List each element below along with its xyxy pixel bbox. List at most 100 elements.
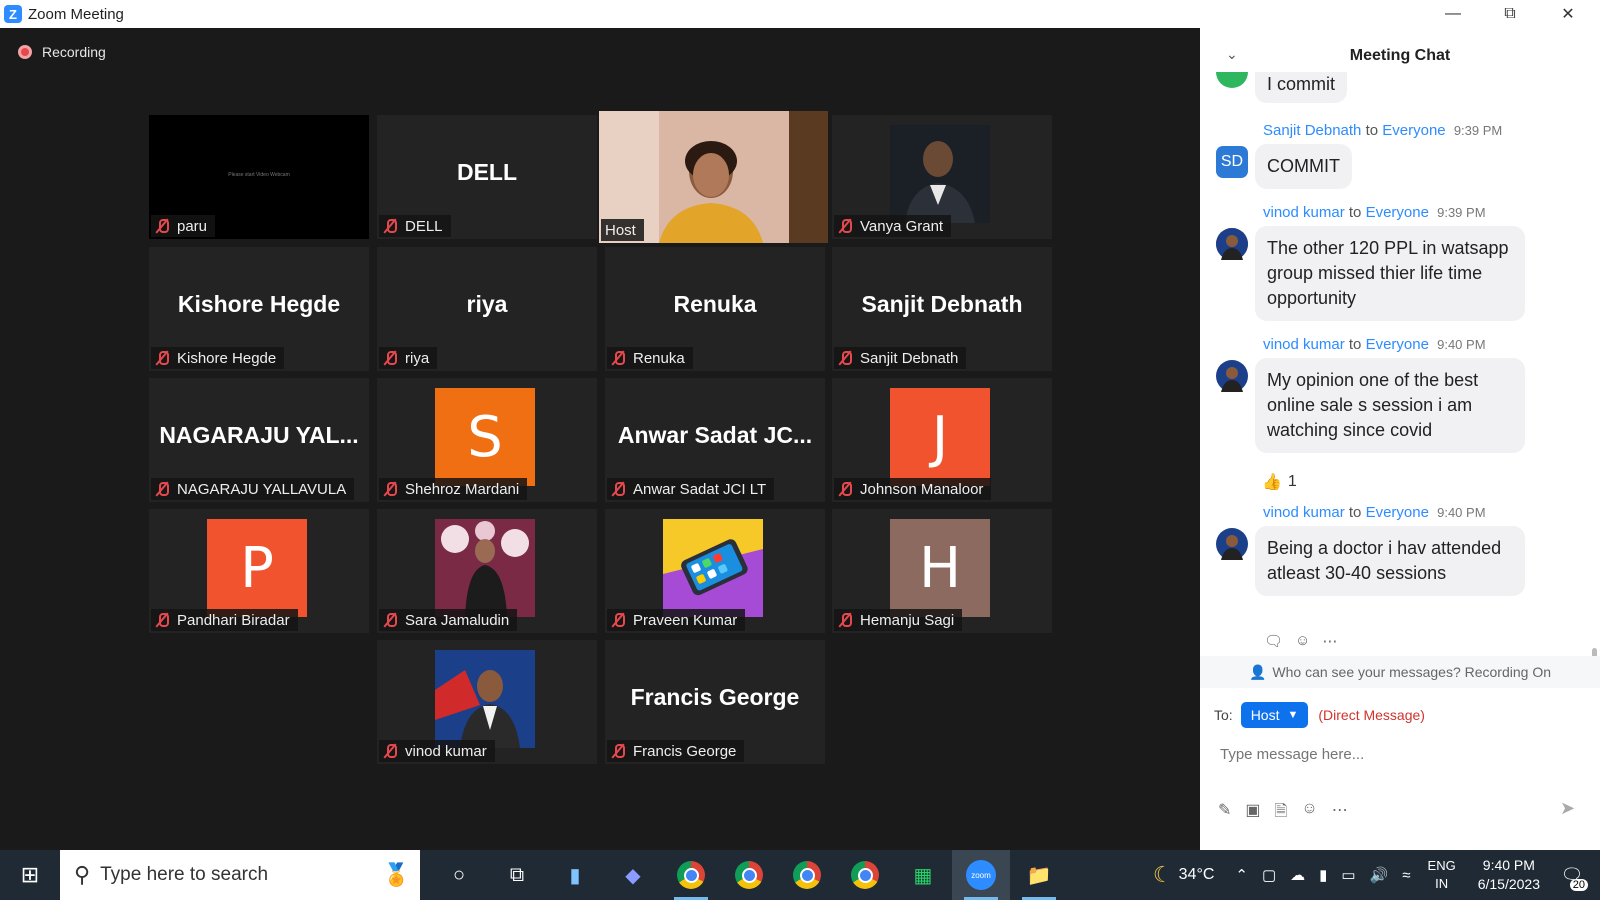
video-tile-anwar-sadat[interactable]: Anwar Sadat JC... Anwar Sadat JCI LT: [605, 378, 825, 502]
participant-name: riya: [405, 349, 430, 367]
recording-indicator[interactable]: Recording: [18, 44, 106, 60]
reply-icon[interactable]: 🗨: [1264, 632, 1283, 650]
close-button[interactable]: ✕: [1540, 0, 1596, 28]
message-time: 9:40 PM: [1437, 337, 1486, 352]
title-bar: Z Zoom Meeting — ⧉ ✕: [0, 0, 1600, 28]
participant-big-name: Anwar Sadat JC...: [617, 422, 813, 448]
message-time: 9:40 PM: [1437, 505, 1486, 520]
participant-big-name: Kishore Hegde: [177, 291, 341, 317]
reaction-chip[interactable]: 👍 1: [1262, 472, 1297, 492]
onedrive-icon[interactable]: ☁: [1290, 866, 1305, 884]
video-tile-sanjit-debnath[interactable]: Sanjit Debnath Sanjit Debnath: [832, 247, 1052, 371]
name-tag: Johnson Manaloor: [834, 478, 992, 500]
message-time: 9:39 PM: [1453, 123, 1503, 138]
file-explorer-icon[interactable]: 📁: [1010, 850, 1068, 900]
mic-muted-icon: [838, 351, 852, 365]
wifi-icon[interactable]: ≈: [1402, 867, 1410, 884]
participant-name: Vanya Grant: [860, 217, 944, 235]
restore-button[interactable]: ⧉: [1482, 0, 1538, 28]
name-tag: riya: [379, 347, 438, 369]
mic-muted-icon: [383, 351, 397, 365]
emoji-react-icon[interactable]: ☺: [1295, 632, 1310, 650]
chevron-down-icon[interactable]: ⌄: [1226, 46, 1238, 63]
video-tile-nagaraju-yallavula[interactable]: NAGARAJU YAL... NAGARAJU YALLAVULA: [149, 378, 369, 502]
privacy-notice[interactable]: 👤 Who can see your messages? Recording O…: [1200, 656, 1600, 688]
taskbar-search[interactable]: ⚲ Type here to search 🏅: [60, 850, 420, 900]
file-icon[interactable]: 🗎: [1275, 800, 1288, 827]
chrome-icon[interactable]: [836, 850, 894, 900]
windows-taskbar: ⊞ ⚲ Type here to search 🏅 ○ ⧉ ▮ ◆ ▦ zoom…: [0, 850, 1600, 900]
recipient-name[interactable]: Everyone: [1366, 204, 1429, 221]
clock[interactable]: 9:40 PM 6/15/2023: [1478, 856, 1540, 894]
chat-bubble: My opinion one of the best online sale s…: [1255, 358, 1525, 453]
meet-now-icon[interactable]: ▢: [1262, 866, 1276, 884]
sender-name[interactable]: vinod kumar: [1263, 336, 1345, 353]
name-tag: NAGARAJU YALLAVULA: [151, 478, 355, 500]
more-icon[interactable]: ⋯: [1322, 632, 1337, 650]
video-tile-sara-jamaludin[interactable]: Sara Jamaludin: [377, 509, 597, 633]
format-text-icon[interactable]: ✎: [1218, 800, 1231, 827]
windows-start-icon[interactable]: ⊞: [0, 850, 60, 900]
chrome-icon[interactable]: [720, 850, 778, 900]
notification-icon[interactable]: 🗨 20: [1552, 855, 1592, 895]
recipient-name[interactable]: Everyone: [1366, 504, 1429, 521]
participant-name: Johnson Manaloor: [860, 480, 984, 498]
more-icon[interactable]: ⋯: [1332, 800, 1348, 827]
recipient-dropdown[interactable]: Host ▼: [1240, 702, 1309, 728]
volume-icon[interactable]: 🔊: [1370, 866, 1389, 884]
participant-name: Praveen Kumar: [633, 611, 738, 629]
recipient-name[interactable]: Everyone: [1366, 336, 1429, 353]
participant-name: Francis George: [633, 742, 737, 760]
video-tile-johnson-manaloor[interactable]: J Johnson Manaloor: [832, 378, 1052, 502]
chrome-icon[interactable]: [662, 850, 720, 900]
sender-name[interactable]: vinod kumar: [1263, 504, 1345, 521]
battery-icon[interactable]: ▭: [1341, 866, 1355, 884]
app-icon[interactable]: ◆: [604, 850, 662, 900]
avatar: [1216, 228, 1248, 260]
initial-avatar: J: [890, 388, 990, 486]
video-tile-pandhari-biradar[interactable]: P Pandhari Biradar: [149, 509, 369, 633]
avatar: [1216, 72, 1248, 88]
minimize-button[interactable]: —: [1425, 0, 1481, 28]
name-tag: Praveen Kumar: [607, 609, 746, 631]
emoji-icon[interactable]: ☺: [1301, 800, 1317, 827]
video-tile-kishore-hegde[interactable]: Kishore Hegde Kishore Hegde: [149, 247, 369, 371]
privacy-text: Who can see your messages? Recording On: [1272, 664, 1552, 680]
chevron-up-icon[interactable]: ⌃: [1235, 866, 1248, 884]
device-icon[interactable]: ▮: [1319, 866, 1327, 884]
participant-name: Host: [605, 221, 636, 239]
cortana-icon[interactable]: ○: [430, 850, 488, 900]
sender-name[interactable]: vinod kumar: [1263, 204, 1345, 221]
video-tile-shehroz-mardani[interactable]: S Shehroz Mardani: [377, 378, 597, 502]
recording-label: Recording: [42, 44, 106, 60]
video-tile-vinod-kumar[interactable]: vinod kumar: [377, 640, 597, 764]
video-tile-renuka[interactable]: Renuka Renuka: [605, 247, 825, 371]
task-view-icon[interactable]: ⧉: [488, 850, 546, 900]
recipient-name[interactable]: Everyone: [1382, 122, 1445, 139]
recording-dot-icon: [18, 45, 32, 59]
notes-app-icon[interactable]: ▮: [546, 850, 604, 900]
message-input[interactable]: [1220, 740, 1580, 768]
video-tile-francis-george[interactable]: Francis George Francis George: [605, 640, 825, 764]
language-indicator[interactable]: ENG IN: [1428, 857, 1456, 893]
chrome-icon[interactable]: [778, 850, 836, 900]
video-tile-vanya-grant[interactable]: Vanya Grant: [832, 115, 1052, 239]
to-word: to: [1348, 204, 1362, 221]
video-tile-host[interactable]: Host: [599, 111, 828, 243]
mic-muted-icon: [611, 351, 625, 365]
video-tile-dell[interactable]: DELL DELL: [377, 115, 597, 239]
send-icon[interactable]: ➤: [1560, 798, 1575, 819]
screenshot-icon[interactable]: ▣: [1245, 800, 1260, 827]
sender-name[interactable]: Sanjit Debnath: [1263, 122, 1361, 139]
weather-temp[interactable]: 34°C: [1179, 866, 1215, 884]
video-tile-praveen-kumar[interactable]: Praveen Kumar: [605, 509, 825, 633]
clock-date: 6/15/2023: [1477, 876, 1540, 892]
video-tile-paru[interactable]: Please start Video Webcam paru: [149, 115, 369, 239]
whatsapp-icon[interactable]: ▦: [894, 850, 952, 900]
video-tile-hemanju-sagi[interactable]: H Hemanju Sagi: [832, 509, 1052, 633]
video-tile-riya[interactable]: riya riya: [377, 247, 597, 371]
weather-moon-icon[interactable]: ☾: [1153, 862, 1173, 888]
language-top: ENG: [1427, 858, 1456, 873]
zoom-icon[interactable]: zoom: [952, 850, 1010, 900]
mic-muted-icon: [611, 744, 625, 758]
